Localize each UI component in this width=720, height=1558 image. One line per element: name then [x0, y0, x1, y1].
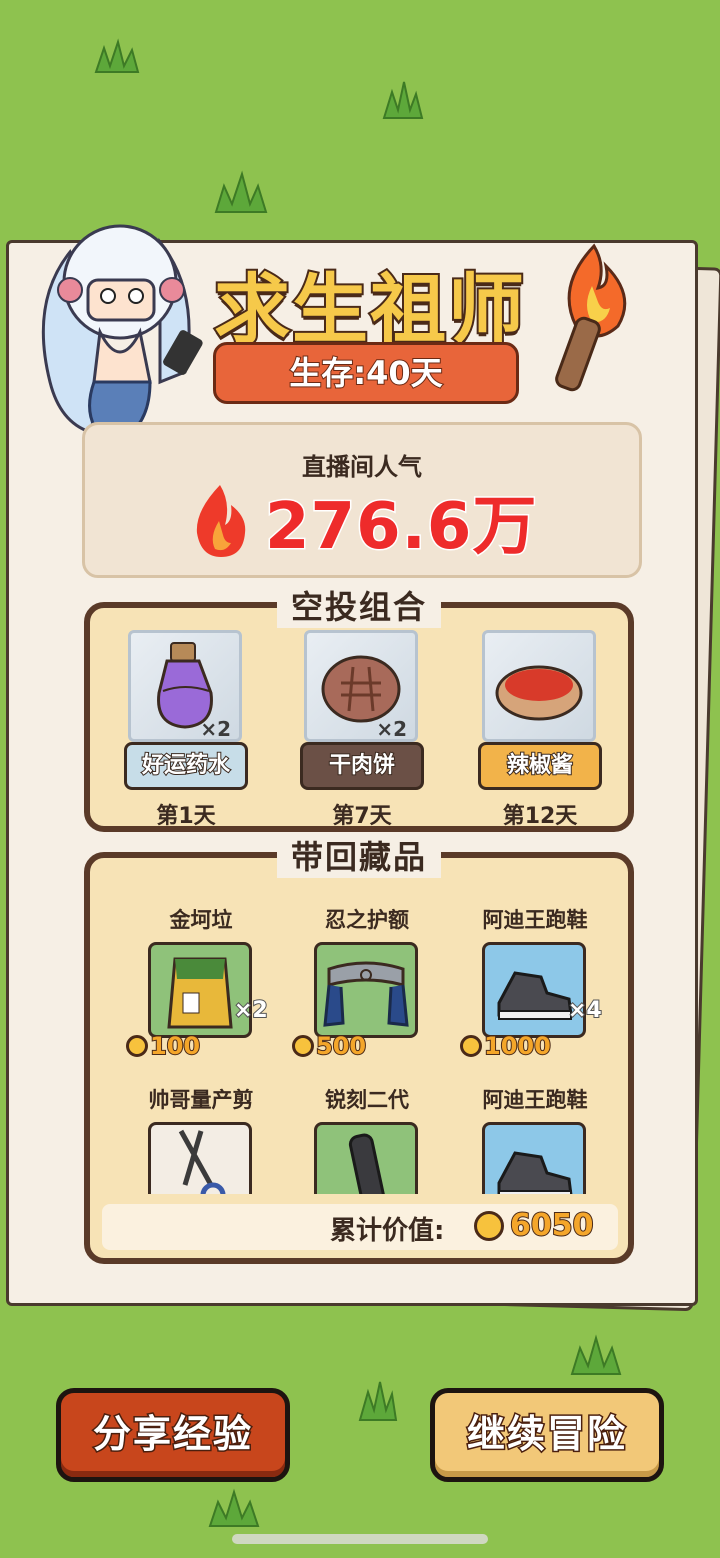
- loot-quantity: ×4: [567, 997, 603, 1024]
- continue-button[interactable]: 继续冒险: [430, 1388, 664, 1482]
- loot-price: 1000: [483, 1031, 552, 1061]
- popularity-panel: 直播间人气 276.6万: [82, 422, 642, 578]
- share-button[interactable]: 分享经验: [56, 1388, 290, 1482]
- item-day: 第1天: [156, 804, 216, 829]
- coin-icon: [474, 1210, 504, 1241]
- loot-name: 阿迪王跑鞋: [482, 908, 588, 932]
- item-name-tag: 干肉饼: [300, 742, 424, 790]
- item-day: 第7天: [332, 804, 392, 829]
- coin-icon: [292, 1035, 314, 1057]
- sneaker-icon: [497, 1151, 573, 1194]
- ninja-headband-icon: [323, 961, 409, 1027]
- item-name-tag: 好运药水: [124, 742, 248, 790]
- loot-item[interactable]: 帅哥量产剪: [126, 1084, 276, 1194]
- loot-price: 100: [149, 1031, 201, 1061]
- loot-name: 阿迪王跑鞋: [482, 1088, 588, 1112]
- loot-quantity: ×2: [233, 997, 269, 1024]
- grass-decoration: [208, 1488, 260, 1527]
- grass-decoration: [570, 1334, 622, 1375]
- torch-icon: [555, 243, 627, 392]
- vape-icon: [348, 1133, 388, 1194]
- total-value-label: 累计价值:: [330, 1216, 445, 1246]
- scissors-icon: [178, 1129, 226, 1194]
- total-value: 6050: [509, 1207, 594, 1244]
- loot-scroll-area[interactable]: 金坷垃 ×2 100 忍之护额 500 阿迪王跑鞋 ×4 1000 帅哥量产剪 …: [90, 858, 628, 1194]
- loot-name: 忍之护额: [325, 908, 409, 932]
- loot-name: 帅哥量产剪: [148, 1088, 254, 1112]
- grass-decoration: [382, 81, 424, 119]
- loot-item[interactable]: 阿迪王跑鞋: [460, 1084, 610, 1194]
- airdrop-section: 空投组合 ×2 好运药水 第1天 ×2 干肉饼 第7天 辣椒酱 第12天: [84, 582, 634, 832]
- loot-section: 带回藏品 金坷垃 ×2 100 忍之护额 500 阿迪王跑鞋 ×4 1000 帅…: [84, 832, 634, 1264]
- fire-icon: [196, 485, 246, 557]
- item-day: 第12天: [502, 804, 578, 829]
- loot-name: 金坷垃: [169, 908, 233, 932]
- loot-item[interactable]: 忍之护额 500: [292, 904, 442, 1061]
- item-quantity: ×2: [200, 717, 231, 741]
- grass-decoration: [214, 170, 268, 213]
- loot-name: 锐刻二代: [325, 1088, 409, 1112]
- home-indicator[interactable]: [232, 1534, 488, 1544]
- coin-icon: [460, 1035, 482, 1057]
- loot-price: 500: [315, 1031, 367, 1061]
- item-name-tag: 辣椒酱: [478, 742, 602, 790]
- coin-icon: [126, 1035, 148, 1057]
- loot-item[interactable]: 阿迪王跑鞋 ×4 1000: [460, 904, 610, 1061]
- survival-days-badge: 生存:40天: [213, 342, 519, 404]
- loot-item[interactable]: 金坷垃 ×2 100: [126, 904, 276, 1061]
- total-value-bar: 累计价值: 6050: [102, 1204, 618, 1250]
- popularity-value: 276.6万: [263, 489, 538, 566]
- grass-decoration: [358, 1381, 398, 1421]
- mermaid-character-icon: [41, 224, 203, 446]
- chili-sauce-icon: [495, 665, 583, 721]
- loot-item[interactable]: 锐刻二代: [292, 1084, 442, 1194]
- item-quantity: ×2: [376, 717, 407, 741]
- grass-decoration: [94, 38, 140, 73]
- airdrop-title: 空投组合: [276, 582, 442, 628]
